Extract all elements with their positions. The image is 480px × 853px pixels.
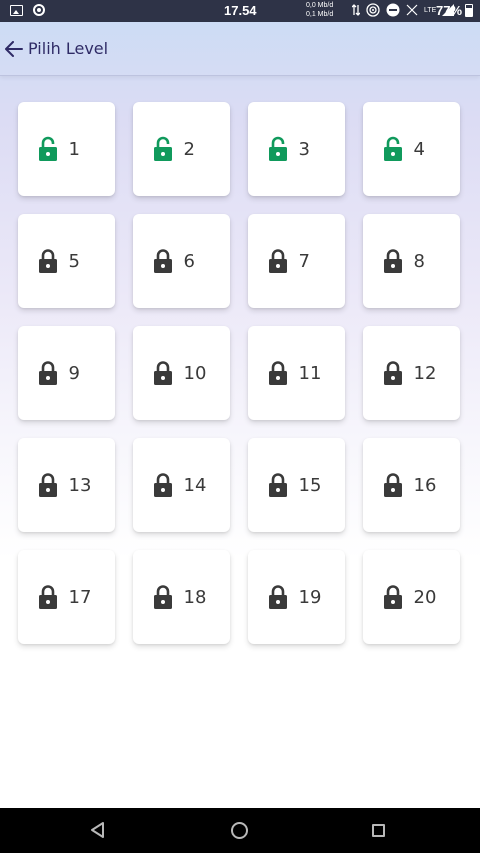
level-number: 9 <box>68 362 80 384</box>
level-number: 19 <box>298 586 322 608</box>
lock-icon <box>267 248 289 274</box>
level-number: 18 <box>183 586 207 608</box>
level-tile-19[interactable]: 19 <box>248 550 345 644</box>
level-tile-2[interactable]: 2 <box>133 102 230 196</box>
level-number: 15 <box>298 474 322 496</box>
level-number: 10 <box>183 362 207 384</box>
unlocked-icon <box>37 136 59 162</box>
lock-icon <box>267 360 289 386</box>
nav-home-icon[interactable] <box>231 822 248 839</box>
level-tile-6[interactable]: 6 <box>133 214 230 308</box>
system-nav-bar <box>0 808 480 853</box>
level-number: 2 <box>183 138 195 160</box>
lock-icon <box>152 584 174 610</box>
lock-icon <box>382 472 404 498</box>
lock-icon <box>382 360 404 386</box>
level-tile-13[interactable]: 13 <box>18 438 115 532</box>
lock-icon <box>152 472 174 498</box>
lock-icon <box>37 360 59 386</box>
arrow-left-icon <box>5 40 23 57</box>
level-tile-3[interactable]: 3 <box>248 102 345 196</box>
network-speed: 0,0 Mb/d 0,1 Mb/d <box>306 1 333 19</box>
network-type: LTE <box>424 6 437 14</box>
level-number: 5 <box>68 250 80 272</box>
level-tile-8[interactable]: 8 <box>363 214 460 308</box>
nav-recent-apps-icon[interactable] <box>372 824 385 837</box>
level-number: 16 <box>413 474 437 496</box>
battery-level: 77% <box>436 3 463 18</box>
lock-icon <box>37 472 59 498</box>
lock-icon <box>152 248 174 274</box>
level-tile-9[interactable]: 9 <box>18 326 115 420</box>
hotspot-icon <box>366 3 380 17</box>
level-number: 17 <box>68 586 92 608</box>
lock-icon <box>37 584 59 610</box>
level-number: 3 <box>298 138 310 160</box>
level-tile-4[interactable]: 4 <box>363 102 460 196</box>
level-number: 14 <box>183 474 207 496</box>
level-tile-15[interactable]: 15 <box>248 438 345 532</box>
level-number: 8 <box>413 250 425 272</box>
net-up: 0,0 Mb/d <box>306 2 334 9</box>
level-tile-1[interactable]: 1 <box>18 102 115 196</box>
net-down: 0,1 Mb/d <box>306 11 334 18</box>
unlocked-icon <box>267 136 289 162</box>
level-tile-12[interactable]: 12 <box>363 326 460 420</box>
level-tile-20[interactable]: 20 <box>363 550 460 644</box>
level-tile-7[interactable]: 7 <box>248 214 345 308</box>
lock-icon <box>382 248 404 274</box>
level-tile-16[interactable]: 16 <box>363 438 460 532</box>
gallery-icon <box>10 4 23 16</box>
level-tile-17[interactable]: 17 <box>18 550 115 644</box>
level-number: 13 <box>68 474 92 496</box>
level-number: 7 <box>298 250 310 272</box>
lock-icon <box>37 248 59 274</box>
level-tile-10[interactable]: 10 <box>133 326 230 420</box>
app-bar: Pilih Level <box>0 22 480 76</box>
status-bar: 17.54 0,0 Mb/d 0,1 Mb/d LTE 77% <box>0 0 480 22</box>
page-title: Pilih Level <box>28 39 109 58</box>
level-tile-18[interactable]: 18 <box>133 550 230 644</box>
level-number: 6 <box>183 250 195 272</box>
level-number: 11 <box>298 362 322 384</box>
status-time: 17.54 <box>224 3 257 18</box>
do-not-disturb-icon <box>386 3 400 17</box>
record-icon <box>33 4 45 16</box>
level-tile-5[interactable]: 5 <box>18 214 115 308</box>
wifi-off-icon <box>406 4 418 16</box>
data-transfer-icon <box>352 4 360 16</box>
lock-icon <box>152 360 174 386</box>
battery-icon <box>465 4 473 17</box>
level-tile-14[interactable]: 14 <box>133 438 230 532</box>
level-number: 12 <box>413 362 437 384</box>
lock-icon <box>267 584 289 610</box>
level-number: 4 <box>413 138 425 160</box>
level-tile-11[interactable]: 11 <box>248 326 345 420</box>
level-number: 20 <box>413 586 437 608</box>
level-grid: 1 2 3 4 5 6 7 8 9 10 11 12 13 14 15 16 17 18 19 20 <box>18 102 460 644</box>
lock-icon <box>267 472 289 498</box>
back-button[interactable] <box>2 37 26 61</box>
lock-icon <box>382 584 404 610</box>
unlocked-icon <box>152 136 174 162</box>
level-number: 1 <box>68 138 80 160</box>
nav-back-icon[interactable] <box>90 822 106 838</box>
unlocked-icon <box>382 136 404 162</box>
